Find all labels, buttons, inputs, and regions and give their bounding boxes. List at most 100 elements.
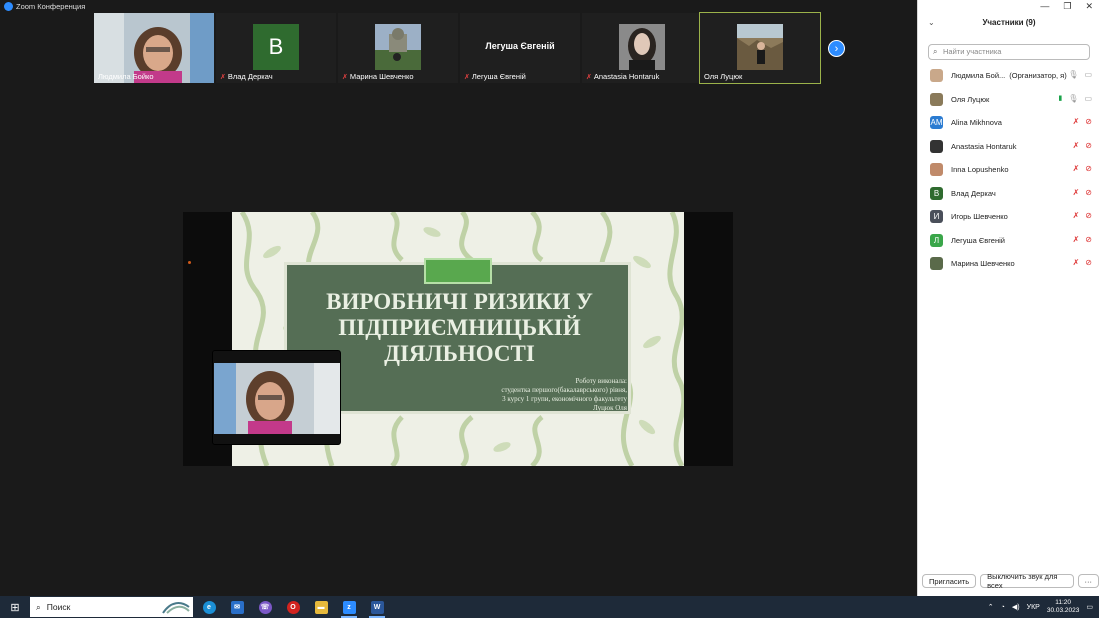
minimize-icon[interactable]: — (1040, 1, 1049, 12)
video-tile[interactable]: ✗ Anastasia Hontaruk (582, 13, 702, 83)
mic-off-icon: ✗ (1072, 117, 1080, 126)
participant-row[interactable]: В Влад Деркач ✗ ⊘ (918, 182, 1099, 206)
mic-off-icon: ✗ (1072, 234, 1080, 244)
participant-name: Alina Mikhnova (951, 118, 1002, 128)
participant-name: Влад Деркач (951, 188, 996, 198)
tile-center-name: Легуша Євгеній (485, 41, 555, 51)
video-off-icon: ⊘ (1085, 234, 1092, 244)
language-indicator[interactable]: УКР (1027, 604, 1040, 611)
participant-search-input[interactable]: ⌕ Найти участника (928, 44, 1090, 60)
participant-name: Легуша Євгеній (951, 235, 1005, 245)
avatar: AM (930, 116, 943, 130)
participant-row[interactable]: Оля Луцюк ▮ 🎙 ▭ (918, 88, 1099, 112)
participant-list: Людмила Бой... (Организатор, я) 🎙 ▭ Оля Луцю… (918, 64, 1099, 276)
participant-status: ✗ ⊘ (1073, 117, 1092, 126)
tile-name: Anastasia Hontaruk (593, 72, 660, 81)
participant-name: Марина Шевченко (951, 259, 1015, 269)
avatar: В (930, 186, 943, 200)
video-off-icon: ⊘ (1085, 164, 1092, 173)
more-button[interactable]: ··· (1077, 574, 1099, 588)
participant-name: Людмила Бой... (951, 71, 1006, 81)
author-line: Луцюк Оля (593, 404, 627, 412)
avatar (930, 163, 943, 177)
invite-button[interactable]: Пригласить (922, 574, 977, 588)
mic-off-icon: ✗ (1072, 211, 1080, 220)
video-tile[interactable]: ✗ Марина Шевченко (338, 13, 458, 83)
mic-off-icon: ✗ (586, 73, 592, 81)
taskbar-explorer[interactable]: ▬ (309, 596, 333, 618)
participants-panel: — ❐ ✕ ⌄ Участники (9) ⌕ Найти участника … (917, 0, 1099, 596)
participant-status: ▮ 🎙 ▭ (1058, 94, 1092, 103)
network-icon[interactable]: ◔ (1001, 604, 1005, 611)
mic-off-icon: ✗ (1072, 258, 1080, 267)
system-tray: ⌃ ◔ ◀) УКР 11:20 30.03.2023 ▭ (988, 596, 1093, 618)
panel-footer: Пригласить Выключить звук для всех ··· (922, 572, 1099, 590)
panel-title: Участники (9) (982, 18, 1036, 27)
video-tile[interactable]: Легуша Євгеній ✗ Легуша Євгеній (460, 13, 580, 83)
taskbar-word[interactable]: W (365, 596, 389, 618)
taskbar-viber[interactable]: ☏ (253, 596, 277, 618)
participant-row[interactable]: Inna Lopushenko ✗ ⊘ (918, 158, 1099, 182)
clock-date: 30.03.2023 (1046, 607, 1080, 614)
chevron-right-icon[interactable]: › (828, 40, 845, 57)
participant-row[interactable]: Л Легуша Євгеній ✗ ⊘ (918, 229, 1099, 253)
window-title: Zoom Конференция (16, 2, 86, 11)
mic-off-icon: ✗ (1072, 187, 1080, 197)
close-icon[interactable]: ✕ (1085, 1, 1093, 12)
slide-author: Роботу виконала: студентка першого(бакал… (417, 377, 627, 413)
video-icon: ▭ (1084, 93, 1092, 103)
participant-row[interactable]: Anastasia Hontaruk ✗ ⊘ (918, 135, 1099, 159)
panel-header: ⌄ Участники (9) (918, 18, 1099, 34)
tile-name: Легуша Євгеній (471, 72, 526, 81)
taskbar-zoom[interactable]: z (337, 596, 361, 618)
notification-icon[interactable]: ▭ (1086, 603, 1093, 611)
taskbar-opera[interactable]: O (281, 596, 305, 618)
taskbar-search[interactable]: ⌕ Поиск (30, 597, 193, 617)
participant-status: 🎙 ▭ (1068, 70, 1092, 79)
participant-name: Оля Луцюк (951, 94, 990, 104)
tile-name: Оля Луцюк (704, 72, 743, 81)
restore-icon[interactable]: ❐ (1063, 1, 1071, 12)
participant-name: Игорь Шевченко (951, 212, 1008, 222)
participant-row[interactable]: И Игорь Шевченко ✗ ⊘ (918, 205, 1099, 229)
author-line: студентка першого(бакалаврського) рівня, (501, 386, 627, 394)
taskbar-edge[interactable]: e (197, 596, 221, 618)
slide-title: ВИРОБНИЧІ РИЗИКИ У ПІДПРИЄМНИЦЬКІЙ ДІЯЛЬ… (326, 289, 593, 366)
chevron-up-icon[interactable]: ⌃ (988, 603, 994, 611)
taskbar: ⊞ ⌕ Поиск e ✉ ☏ O ▬ z W ⌃ ◔ ◀) УКР 11:20… (0, 596, 1099, 618)
mic-off-icon: ✗ (342, 73, 348, 81)
window-controls: — ❐ ✕ (1040, 1, 1093, 12)
chevron-down-icon[interactable]: ⌄ (928, 18, 935, 27)
participant-status: ✗ ⊘ (1073, 211, 1092, 220)
video-tile-active[interactable]: Оля Луцюк (699, 12, 821, 84)
mute-all-button[interactable]: Выключить звук для всех (980, 572, 1074, 590)
title-bar: Zoom Конференция (0, 0, 917, 13)
windows-start-icon[interactable]: ⊞ (0, 596, 30, 618)
edge-icon: e (202, 600, 216, 614)
speaker-video (214, 363, 340, 434)
mic-icon: 🎙 (1068, 70, 1079, 79)
participant-status: ✗ ⊘ (1073, 141, 1092, 150)
video-off-icon: ⊘ (1085, 258, 1092, 267)
video-tile[interactable]: Людмила Бойко (94, 13, 214, 83)
participant-row[interactable]: AM Alina Mikhnova ✗ ⊘ (918, 111, 1099, 135)
clock[interactable]: 11:20 30.03.2023 (1047, 599, 1080, 615)
active-speaker-video[interactable] (212, 350, 341, 445)
volume-icon[interactable]: ◀) (1012, 603, 1020, 611)
participant-row[interactable]: Марина Шевченко ✗ ⊘ (918, 252, 1099, 276)
tile-name: Марина Шевченко (349, 72, 414, 81)
participant-row[interactable]: Людмила Бой... (Организатор, я) 🎙 ▭ (918, 64, 1099, 88)
video-off-icon: ⊘ (1085, 140, 1092, 150)
video-off-icon: ⊘ (1085, 117, 1092, 126)
taskbar-mail[interactable]: ✉ (225, 596, 249, 618)
video-off-icon: ⊘ (1085, 211, 1092, 220)
search-placeholder: Найти участника (943, 47, 1002, 56)
search-icon: ⌕ (36, 601, 41, 612)
avatar (930, 69, 943, 83)
participant-status: ✗ ⊘ (1073, 188, 1092, 197)
video-tile[interactable]: В ✗ Влад Деркач (216, 13, 336, 83)
avatar (930, 257, 943, 271)
mail-icon: ✉ (230, 600, 244, 614)
mic-icon: 🎙 (1068, 93, 1079, 103)
mic-off-icon: ✗ (464, 73, 470, 81)
